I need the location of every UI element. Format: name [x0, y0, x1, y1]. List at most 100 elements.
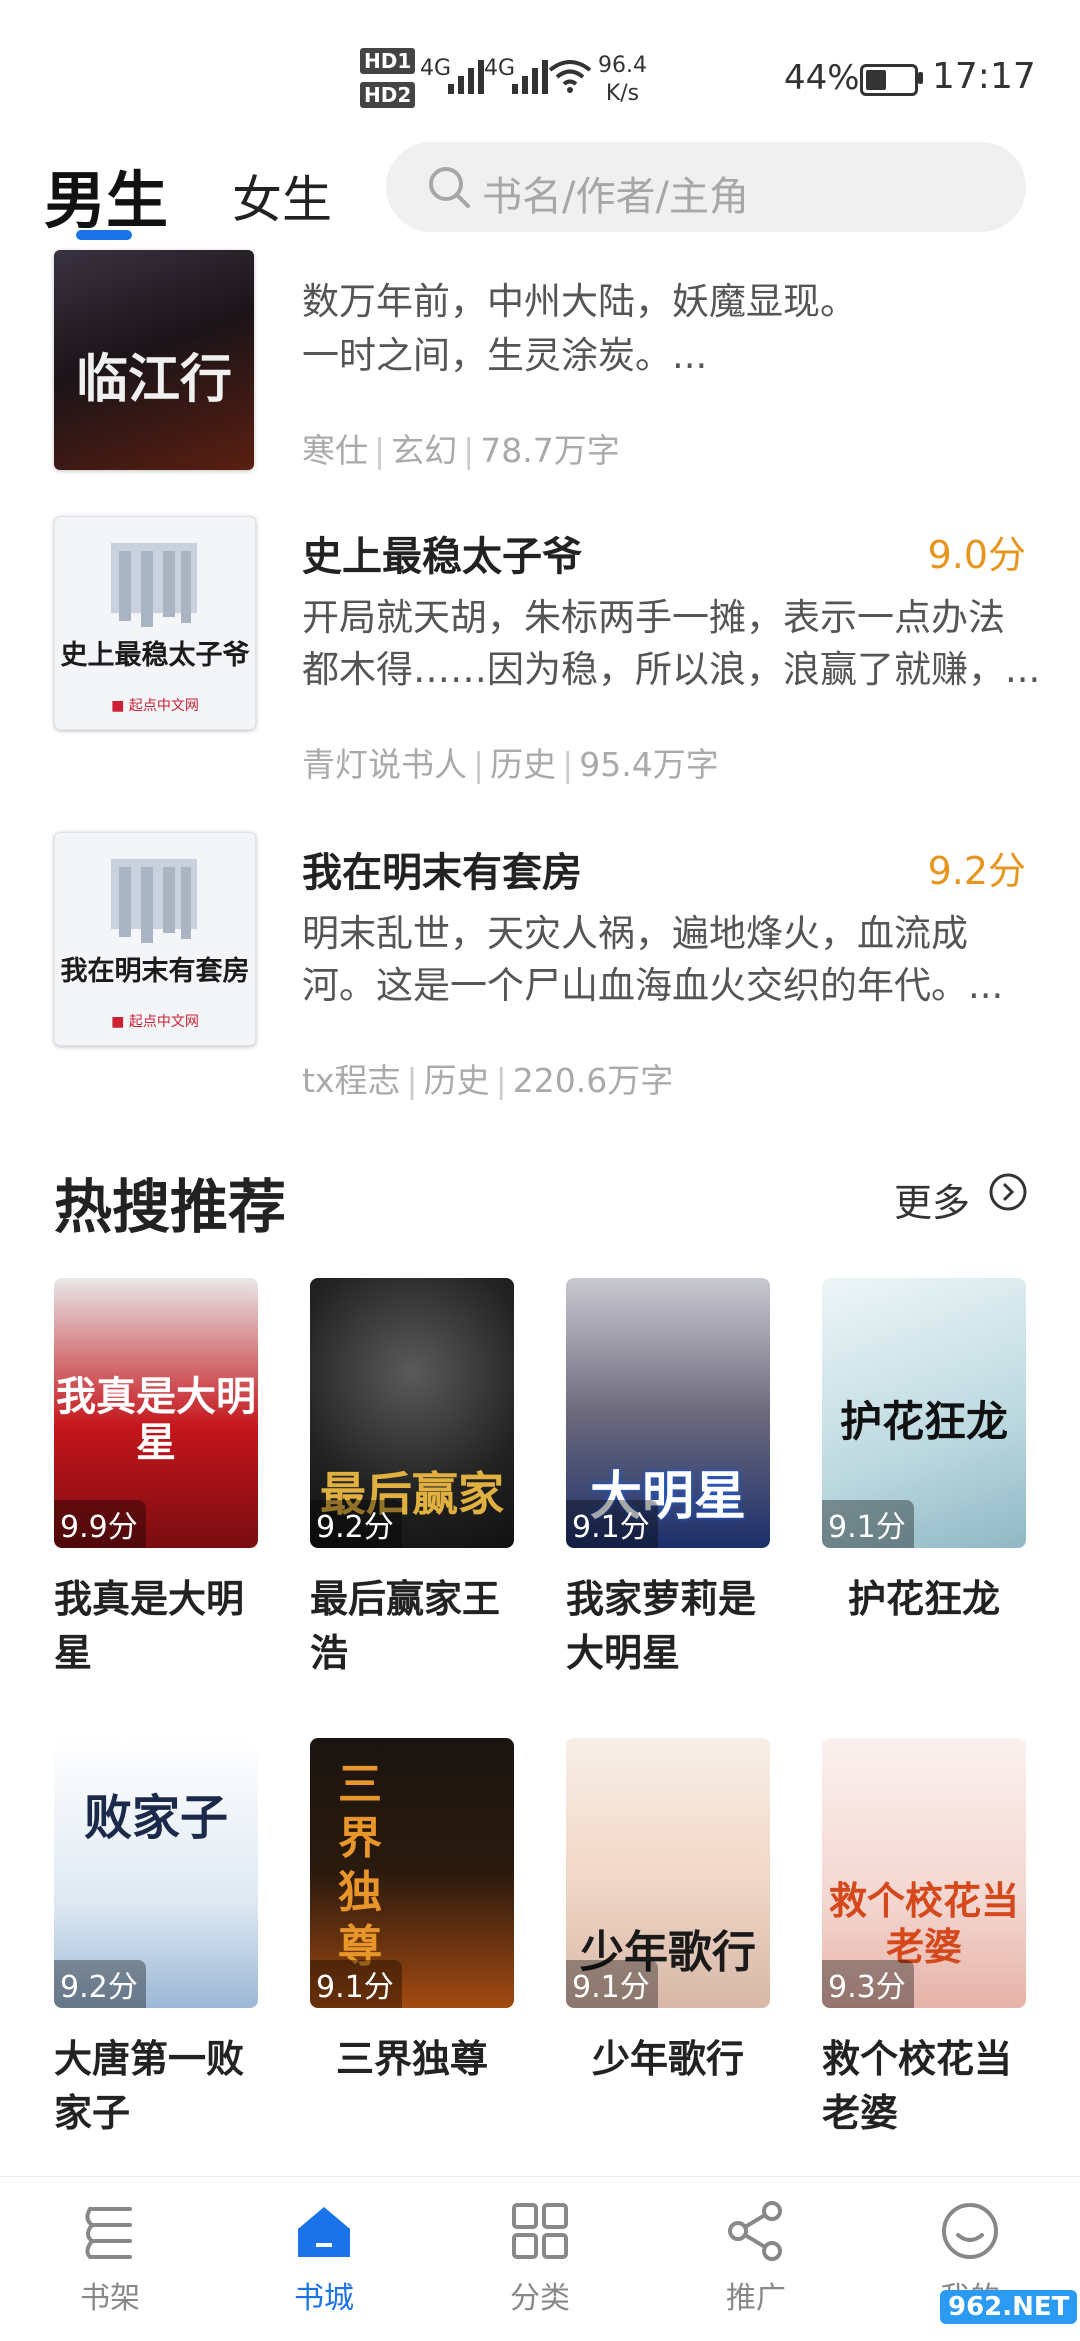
- book-desc-line2: 一时之间，生灵涂炭。...: [302, 334, 708, 377]
- book-author: 青灯说书人: [302, 745, 467, 784]
- smile-face-icon: [942, 2203, 998, 2259]
- book-meta: tx程志 | 历史 | 220.6万字: [302, 1061, 674, 1100]
- cover-publisher: ■ 起点中文网: [111, 698, 199, 714]
- home-icon: [298, 2207, 350, 2257]
- hot-book-title: 护花狂龙: [847, 1577, 1000, 1621]
- hot-book-title: 大唐第一败家子: [54, 2037, 245, 2135]
- cover-text: 救个校花当老婆: [828, 1878, 1019, 1969]
- chevron-right-circle-icon[interactable]: [988, 1172, 1028, 1212]
- cover-text: 我真是大明星: [56, 1373, 256, 1466]
- cover-publisher: ■ 起点中文网: [111, 1014, 199, 1030]
- battery-cap: [918, 72, 923, 84]
- wifi-icon: [548, 60, 592, 93]
- section-title-hot: 热搜推荐: [54, 1173, 287, 1241]
- watermark-logo: 962.NET: [940, 2290, 1078, 2324]
- tab-male[interactable]: 男生: [44, 150, 168, 240]
- book-cover[interactable]: 我在明末有套房 ■ 起点中文网: [54, 832, 256, 1046]
- hot-book-title: 三界独尊: [335, 2037, 488, 2081]
- bottom-nav: 书架 书城 分类 推广 我的: [0, 2176, 1080, 2341]
- clock: 17:17: [932, 56, 1036, 97]
- nav-shelf[interactable]: 书架: [40, 2199, 180, 2317]
- share-icon: [728, 2201, 782, 2261]
- nav-promote-label: 推广: [726, 2281, 786, 2316]
- hot-book-score: 9.1分: [310, 1960, 402, 2008]
- book-author: tx程志: [302, 1061, 401, 1100]
- signal-icon: [512, 58, 548, 94]
- hd2-label: HD2: [360, 82, 416, 108]
- hot-book-title: 少年歌行: [591, 2037, 744, 2081]
- status-bar: HD1 HD2 4G 4G 96.4 K/s 44% 17:17: [0, 0, 1080, 140]
- book-category: 历史: [423, 1061, 490, 1100]
- nav-shelf-label: 书架: [80, 2281, 140, 2316]
- hot-book-cover[interactable]: 败家子 9.2分: [54, 1738, 258, 2008]
- book-desc-line2: 河。这是一个尸山血海血火交织的年代。...: [302, 964, 1004, 1007]
- book-meta: 寒仕 | 玄幻 | 78.7万字: [302, 431, 620, 470]
- speed-value: 96.4: [598, 53, 647, 78]
- book-cover[interactable]: 史上最稳太子爷 ■ 起点中文网: [54, 516, 256, 730]
- speed-unit: K/s: [605, 81, 640, 106]
- hot-book-cover[interactable]: 最后赢家 9.2分: [310, 1278, 514, 1548]
- cover-text: 我在明末有套房: [60, 956, 250, 987]
- cover-text: 护花狂龙: [839, 1397, 1008, 1446]
- hot-book-score: 9.2分: [310, 1500, 402, 1548]
- book-desc-line1: 开局就天胡，朱标两手一摊，表示一点办法: [302, 596, 1005, 639]
- book-author: 寒仕: [302, 431, 368, 470]
- hot-book-cover[interactable]: 少年歌行 9.1分: [566, 1738, 770, 2008]
- book-category: 玄幻: [391, 431, 458, 470]
- search-placeholder: 书名/作者/主角: [482, 174, 749, 220]
- net2-label: 4G: [484, 56, 516, 81]
- hd-indicator: HD1 HD2: [360, 48, 416, 116]
- book-desc-line2: 都木得……因为稳，所以浪，浪赢了就赚，...: [302, 648, 1041, 691]
- book-desc-line1: 数万年前，中州大陆，妖魔显现。: [302, 280, 857, 323]
- hot-book-title: 救个校花当老婆: [822, 2037, 1013, 2135]
- book-cover[interactable]: 临江行: [54, 250, 254, 470]
- net1-label: 4G: [420, 56, 452, 81]
- grid-icon: [512, 2203, 568, 2259]
- book-category: 历史: [490, 745, 557, 784]
- hot-book-cover[interactable]: 护花狂龙 9.1分: [822, 1278, 1026, 1548]
- book-title: 我在明末有套房: [302, 850, 582, 896]
- search-bar[interactable]: 书名/作者/主角: [386, 142, 1026, 232]
- hot-book-score: 9.1分: [822, 1500, 914, 1548]
- cover-deco-icon: [111, 543, 197, 627]
- book-words: 220.6万字: [512, 1061, 674, 1100]
- search-icon: [429, 167, 470, 208]
- book-words: 78.7万字: [480, 431, 620, 470]
- book-desc-line1: 明末乱世，天灾人祸，遍地烽火，血流成: [302, 912, 968, 955]
- hot-book-cover[interactable]: 三界独尊 9.1分: [310, 1738, 514, 2008]
- hot-book-title: 我真是大明星: [54, 1577, 245, 1675]
- hot-book-title: 最后赢家王浩: [310, 1577, 501, 1675]
- nav-store[interactable]: 书城: [254, 2199, 394, 2317]
- hot-book-title: 我家萝莉是大明星: [566, 1577, 757, 1675]
- hot-book-cover[interactable]: 大明星 9.1分: [566, 1278, 770, 1548]
- nav-promote[interactable]: 推广: [686, 2199, 826, 2317]
- nav-category[interactable]: 分类: [470, 2199, 610, 2317]
- cover-text: 三界独尊: [338, 1759, 382, 1972]
- cover-text: 临江行: [75, 349, 232, 410]
- net-speed: 96.4 K/s: [598, 52, 647, 108]
- hot-book-score: 9.1分: [566, 1960, 658, 2008]
- signal-icon: [448, 58, 484, 94]
- book-score: 9.2分: [927, 849, 1026, 893]
- book-score: 9.0分: [927, 533, 1026, 577]
- nav-category-label: 分类: [510, 2281, 570, 2316]
- nav-store-label: 书城: [294, 2281, 354, 2316]
- hd1-label: HD1: [360, 48, 416, 74]
- battery-icon: [860, 64, 918, 96]
- hot-book-score: 9.2分: [54, 1960, 146, 2008]
- hot-book-cover[interactable]: 我真是大明星 9.9分: [54, 1278, 258, 1548]
- hot-book-score: 9.3分: [822, 1960, 914, 2008]
- cover-deco-icon: [111, 859, 197, 943]
- more-link[interactable]: 更多: [894, 1172, 970, 1227]
- book-meta: 青灯说书人 | 历史 | 95.4万字: [302, 745, 719, 784]
- book-words: 95.4万字: [579, 745, 719, 784]
- hot-book-cover[interactable]: 救个校花当老婆 9.3分: [822, 1738, 1026, 2008]
- bookshelf-icon: [85, 2207, 132, 2259]
- cover-text: 史上最稳太子爷: [60, 640, 250, 671]
- battery-percent: 44%: [784, 58, 860, 98]
- tab-female[interactable]: 女生: [232, 160, 332, 232]
- book-title: 史上最稳太子爷: [302, 534, 582, 580]
- tab-active-indicator: [76, 230, 132, 240]
- hot-book-score: 9.9分: [54, 1500, 146, 1548]
- cover-text: 败家子: [83, 1790, 228, 1846]
